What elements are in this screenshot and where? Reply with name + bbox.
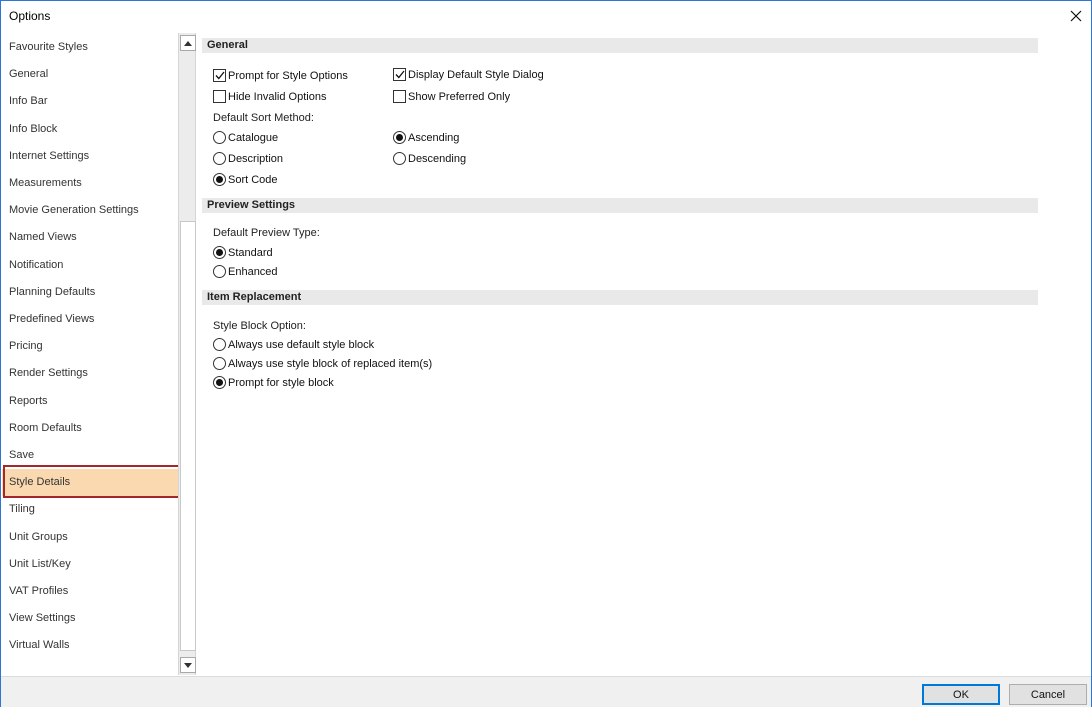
radio-dot [216,176,223,183]
radio-circle [393,152,406,165]
dialog-footer: OK Cancel [1,676,1091,707]
radio-label: Prompt for style block [228,376,334,389]
checkbox-box [393,90,406,103]
cancel-button[interactable]: Cancel [1009,684,1087,705]
checkbox-box [213,69,226,82]
preview-type-label: Default Preview Type: [213,227,320,239]
sidebar-item-predefined-views[interactable]: Predefined Views [2,306,178,333]
radio-label: Catalogue [228,131,279,144]
sidebar-item-info-bar[interactable]: Info Bar [2,88,178,115]
category-list: Favourite Styles General Info Bar Info Bloc… [2,33,178,675]
radio-ascending[interactable]: Ascending [393,131,459,144]
sidebar-item-unit-groups[interactable]: Unit Groups [2,524,178,551]
section-general-heading: General [202,38,1038,53]
sidebar-item-named-views[interactable]: Named Views [2,224,178,251]
scroll-down-button[interactable] [180,657,196,673]
scroll-thumb[interactable] [180,221,196,651]
scroll-up-button[interactable] [180,35,196,51]
style-block-option-label: Style Block Option: [213,320,306,332]
radio-circle [213,357,226,370]
display-default-style-dialog-checkbox[interactable]: Display Default Style Dialog [393,68,544,81]
radio-description[interactable]: Description [213,152,283,165]
show-preferred-only-checkbox[interactable]: Show Preferred Only [393,90,510,103]
radio-catalogue[interactable]: Catalogue [213,131,278,144]
radio-label: Always use default style block [228,338,375,351]
radio-dot [216,249,223,256]
sidebar-item-notification[interactable]: Notification [2,252,178,279]
radio-prompt-style-block[interactable]: Prompt for style block [213,376,334,389]
checkbox-label: Prompt for Style Options [228,69,348,82]
arrow-up-icon [184,40,192,46]
sidebar-item-room-defaults[interactable]: Room Defaults [2,415,178,442]
sidebar-item-render-settings[interactable]: Render Settings [2,360,178,387]
hide-invalid-options-checkbox[interactable]: Hide Invalid Options [213,90,326,103]
section-preview-heading: Preview Settings [202,198,1038,213]
radio-descending[interactable]: Descending [393,152,466,165]
sidebar-item-reports[interactable]: Reports [2,388,178,415]
radio-dot [396,134,403,141]
checkbox-label: Hide Invalid Options [228,90,327,103]
radio-sort-code[interactable]: Sort Code [213,173,278,186]
sidebar-item-style-details[interactable]: Style Details [2,469,178,497]
radio-label: Sort Code [228,173,278,186]
sidebar-item-virtual-walls[interactable]: Virtual Walls [2,632,178,659]
checkbox-label: Show Preferred Only [408,90,511,103]
radio-label: Description [228,152,284,165]
title-bar: Options [1,1,1091,32]
checkbox-label: Display Default Style Dialog [408,68,544,81]
sort-method-label: Default Sort Method: [213,112,314,124]
radio-enhanced[interactable]: Enhanced [213,265,278,278]
radio-label: Enhanced [228,265,278,278]
radio-circle [213,131,226,144]
sidebar-item-pricing[interactable]: Pricing [2,333,178,360]
radio-label: Descending [408,152,467,165]
checkbox-box [213,90,226,103]
sidebar-item-save[interactable]: Save [2,442,178,469]
ok-button[interactable]: OK [922,684,1000,705]
radio-circle [213,246,226,259]
radio-circle [213,173,226,186]
prompt-style-options-checkbox[interactable]: Prompt for Style Options [213,69,348,82]
radio-circle [213,152,226,165]
sidebar-item-internet-settings[interactable]: Internet Settings [2,143,178,170]
radio-circle [213,338,226,351]
close-icon [1070,10,1082,22]
radio-label: Ascending [408,131,460,144]
sidebar-item-info-block[interactable]: Info Block [2,116,178,143]
sidebar-scrollbar[interactable] [178,33,196,675]
sidebar-item-tiling[interactable]: Tiling [2,496,178,523]
arrow-down-icon [184,662,192,668]
window-title: Options [9,9,51,23]
radio-always-replaced-style-block[interactable]: Always use style block of replaced item(… [213,357,432,370]
radio-circle [393,131,406,144]
sidebar-item-vat-profiles[interactable]: VAT Profiles [2,578,178,605]
radio-circle [213,265,226,278]
sidebar-item-view-settings[interactable]: View Settings [2,605,178,632]
radio-always-default-style-block[interactable]: Always use default style block [213,338,374,351]
sidebar-item-favourite-styles[interactable]: Favourite Styles [2,34,178,61]
sidebar-item-movie-generation-settings[interactable]: Movie Generation Settings [2,197,178,224]
sidebar-item-general[interactable]: General [2,61,178,88]
close-button[interactable] [1061,1,1091,31]
options-dialog: Options Favourite Styles General Info Bar I… [0,0,1092,707]
checkmark-icon [215,71,225,80]
checkbox-box [393,68,406,81]
checkmark-icon [395,70,405,79]
radio-label: Standard [228,246,273,259]
section-item-replacement-heading: Item Replacement [202,290,1038,305]
sidebar-item-measurements[interactable]: Measurements [2,170,178,197]
radio-dot [216,379,223,386]
sidebar-item-planning-defaults[interactable]: Planning Defaults [2,279,178,306]
sidebar-item-unit-list-key[interactable]: Unit List/Key [2,551,178,578]
settings-panel: General Prompt for Style Options Display… [199,33,1091,675]
radio-label: Always use style block of replaced item(… [228,357,433,370]
category-sidebar: Favourite Styles General Info Bar Info Bloc… [2,33,196,675]
radio-circle [213,376,226,389]
radio-standard[interactable]: Standard [213,246,273,259]
